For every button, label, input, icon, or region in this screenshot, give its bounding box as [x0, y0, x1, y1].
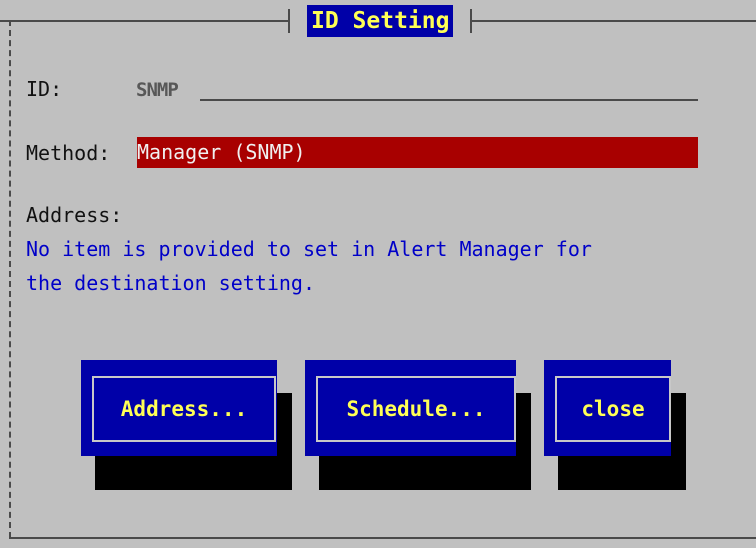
address-button-label: Address...	[92, 376, 276, 442]
title-divider-right	[470, 9, 472, 33]
info-message-line-1: No item is provided to set in Alert Mana…	[26, 237, 592, 261]
close-button[interactable]: close	[544, 360, 671, 456]
method-field[interactable]: Manager (SNMP)	[137, 137, 698, 168]
id-field-value[interactable]: SNMP	[136, 76, 179, 104]
close-button-group: close	[544, 360, 686, 490]
info-message: No item is provided to set in Alert Mana…	[26, 232, 726, 300]
frame-border-left	[9, 20, 11, 538]
address-button[interactable]: Address...	[81, 360, 277, 456]
frame-border-top-left	[0, 20, 290, 22]
schedule-button-group: Schedule...	[305, 360, 531, 490]
address-button-group: Address...	[81, 360, 292, 490]
dialog-title: ID Setting	[307, 5, 454, 37]
schedule-button-label: Schedule...	[316, 376, 516, 442]
id-setting-dialog: ID Setting ID: SNMP Method: Manager (SNM…	[0, 0, 756, 548]
schedule-button[interactable]: Schedule...	[305, 360, 516, 456]
id-field-underline	[200, 99, 698, 101]
id-label: ID:	[26, 77, 63, 101]
address-label: Address:	[26, 203, 123, 227]
frame-border-bottom	[9, 537, 756, 539]
info-message-line-2: the destination setting.	[26, 271, 315, 295]
title-divider-left	[288, 9, 290, 33]
method-label: Method:	[26, 141, 111, 165]
close-button-label: close	[555, 376, 671, 442]
frame-border-top-right	[472, 20, 756, 22]
